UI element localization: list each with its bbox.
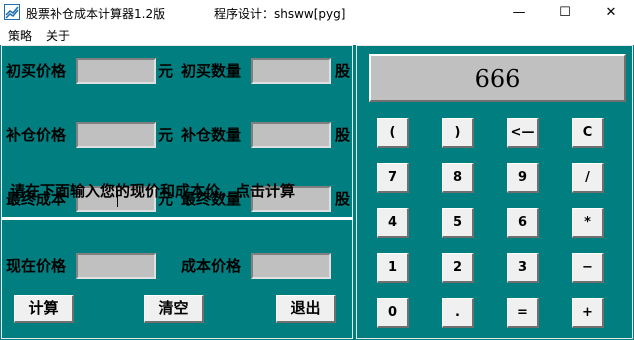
close-icon: ✕ bbox=[605, 5, 617, 20]
key-6[interactable]: 6 bbox=[507, 208, 539, 238]
key-decimal[interactable]: . bbox=[442, 298, 474, 328]
key-2[interactable]: 2 bbox=[442, 253, 474, 283]
title-bar: 股票补仓成本计算器1.2版 程序设计：shsww[pyg] — ☐ ✕ bbox=[0, 0, 634, 25]
key-7[interactable]: 7 bbox=[377, 163, 409, 193]
initial-price-input[interactable] bbox=[76, 58, 156, 84]
menu-bar: 策略 关于 bbox=[0, 25, 634, 45]
key-9[interactable]: 9 bbox=[507, 163, 539, 193]
key-8[interactable]: 8 bbox=[442, 163, 474, 193]
close-button[interactable]: ✕ bbox=[588, 0, 634, 25]
unit-shares-label: 股 bbox=[335, 126, 351, 144]
menu-strategy[interactable]: 策略 bbox=[8, 27, 32, 44]
initial-price-label: 初买价格 bbox=[6, 62, 67, 80]
unit-shares-label: 股 bbox=[335, 190, 351, 208]
minimize-button[interactable]: — bbox=[496, 0, 542, 25]
add-qty-label: 补仓数量 bbox=[181, 126, 242, 144]
key-multiply[interactable]: * bbox=[572, 208, 604, 238]
instruction-text: 请在下面输入您的现价和成本价，点击计算 bbox=[10, 182, 296, 200]
calculate-button[interactable]: 计算 bbox=[14, 295, 74, 323]
display-value: 666 bbox=[474, 65, 521, 93]
key-equals[interactable]: = bbox=[507, 298, 539, 328]
key-4[interactable]: 4 bbox=[377, 208, 409, 238]
key-0[interactable]: 0 bbox=[377, 298, 409, 328]
initial-qty-label: 初买数量 bbox=[181, 62, 242, 80]
key-close-paren[interactable]: ) bbox=[442, 118, 474, 148]
key-open-paren[interactable]: ( bbox=[377, 118, 409, 148]
key-divide[interactable]: / bbox=[572, 163, 604, 193]
cost-price-label: 成本价格 bbox=[181, 257, 242, 275]
key-clear[interactable]: C bbox=[572, 118, 604, 148]
key-backspace[interactable]: <— bbox=[507, 118, 539, 148]
unit-yuan-label: 元 bbox=[158, 62, 174, 80]
key-5[interactable]: 5 bbox=[442, 208, 474, 238]
menu-about[interactable]: 关于 bbox=[46, 27, 70, 44]
section-divider bbox=[2, 217, 353, 220]
initial-qty-input[interactable] bbox=[251, 58, 331, 84]
key-add[interactable]: + bbox=[572, 298, 604, 328]
designer-credit: 程序设计：shsww[pyg] bbox=[214, 7, 346, 21]
calculator-display: 666 bbox=[369, 54, 626, 102]
cost-price-input[interactable] bbox=[251, 253, 331, 279]
unit-yuan-label: 元 bbox=[158, 126, 174, 144]
current-price-input[interactable] bbox=[76, 253, 156, 279]
clear-button[interactable]: 清空 bbox=[144, 295, 204, 323]
key-1[interactable]: 1 bbox=[377, 253, 409, 283]
maximize-button[interactable]: ☐ bbox=[542, 0, 588, 25]
key-3[interactable]: 3 bbox=[507, 253, 539, 283]
current-price-label: 现在价格 bbox=[6, 257, 67, 275]
minimize-icon: — bbox=[512, 5, 526, 20]
unit-shares-label: 股 bbox=[335, 62, 351, 80]
app-icon bbox=[4, 4, 20, 20]
add-price-input[interactable] bbox=[76, 122, 156, 148]
window-title: 股票补仓成本计算器1.2版 bbox=[26, 7, 166, 21]
exit-button[interactable]: 退出 bbox=[276, 295, 336, 323]
add-price-label: 补仓价格 bbox=[6, 126, 67, 144]
maximize-icon: ☐ bbox=[559, 5, 571, 20]
add-qty-input[interactable] bbox=[251, 122, 331, 148]
key-subtract[interactable]: − bbox=[572, 253, 604, 283]
